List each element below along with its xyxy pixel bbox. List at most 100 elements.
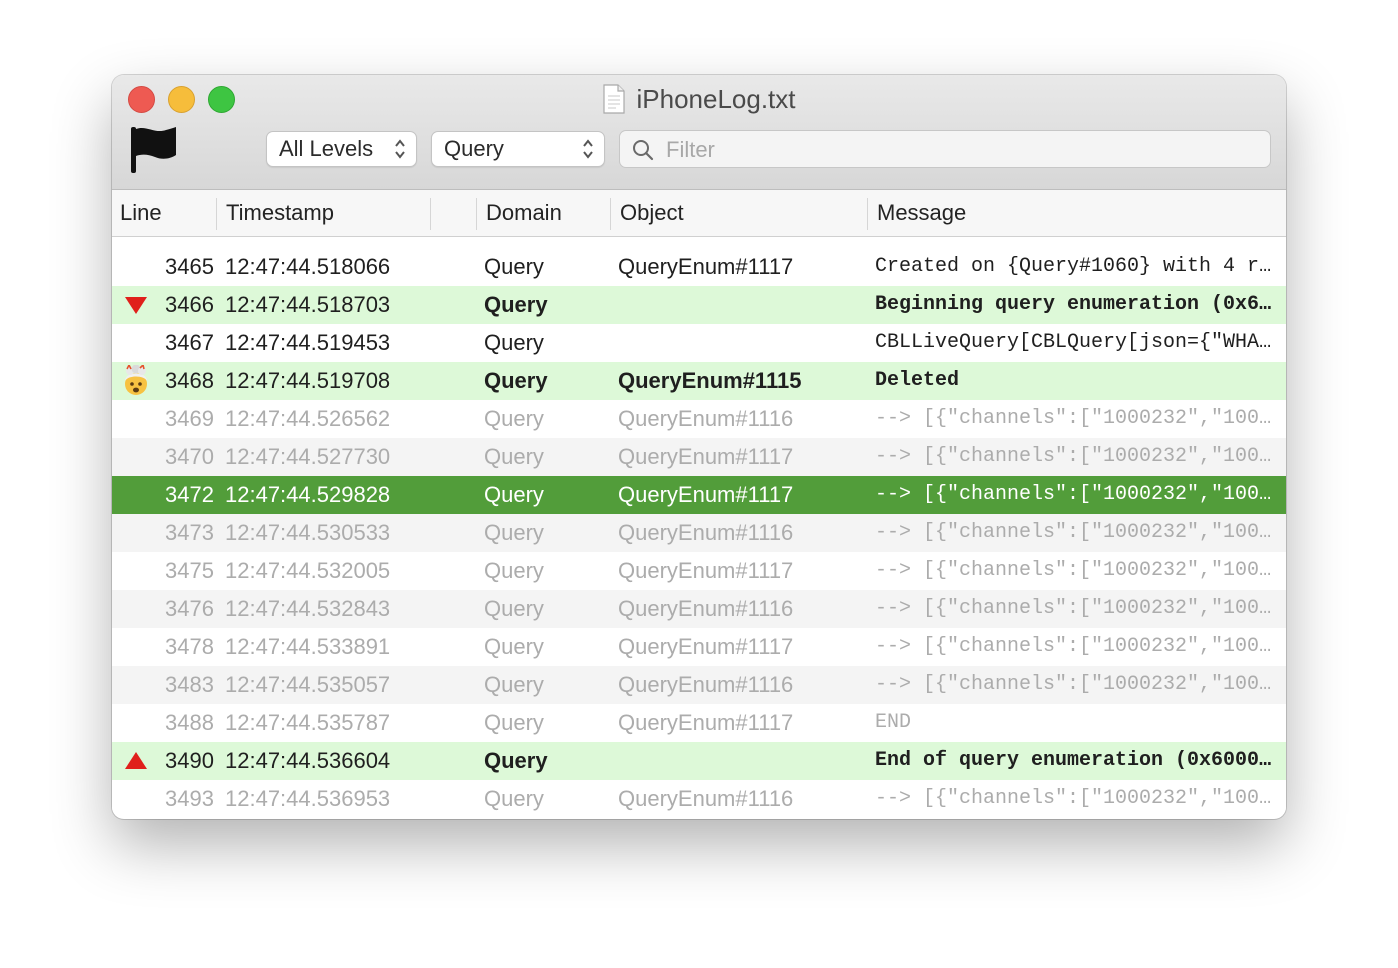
line-number-cell: 3469 bbox=[165, 406, 214, 431]
line-number-cell: 3476 bbox=[165, 596, 214, 621]
message-cell: Deleted bbox=[875, 369, 960, 392]
domain-cell: Query bbox=[484, 634, 544, 659]
domain-cell: Query bbox=[484, 444, 544, 469]
column-header-line[interactable]: Line bbox=[120, 190, 162, 236]
timestamp-cell: 12:47:44.536604 bbox=[225, 748, 391, 773]
column-divider[interactable] bbox=[867, 198, 868, 230]
column-divider[interactable] bbox=[216, 198, 217, 230]
message-cell: --> [{"channels":["1000232","1000233"]}] bbox=[875, 445, 1275, 468]
message-cell: CBLLiveQuery[CBLQuery[json={"WHAT":[["."… bbox=[875, 331, 1275, 354]
column-header-domain[interactable]: Domain bbox=[486, 190, 562, 236]
table-row[interactable]: 3466 12:47:44.518703 Query Beginning query … bbox=[112, 286, 1286, 324]
table-row[interactable]: 3473 12:47:44.530533 Query QueryEnum#1116 --… bbox=[112, 514, 1286, 552]
object-cell: QueryEnum#1117 bbox=[618, 558, 794, 583]
filter-field[interactable] bbox=[619, 130, 1271, 168]
timestamp-cell: 12:47:44.518703 bbox=[225, 292, 391, 317]
line-number-cell: 3470 bbox=[165, 444, 214, 469]
line-number-cell: 3478 bbox=[165, 634, 214, 659]
object-cell: QueryEnum#1117 bbox=[618, 482, 794, 507]
object-cell: QueryEnum#1116 bbox=[618, 520, 794, 545]
object-cell: QueryEnum#1116 bbox=[618, 672, 794, 697]
row-icon-cell bbox=[120, 286, 150, 324]
exploding-head-icon bbox=[125, 365, 147, 395]
table-row[interactable]: 3469 12:47:44.526562 Query QueryEnum#1116 --… bbox=[112, 400, 1286, 438]
table-row[interactable]: 3465 12:47:44.518066 Query QueryEnum#1117 Cr… bbox=[112, 248, 1286, 286]
timestamp-cell: 12:47:44.532005 bbox=[225, 558, 391, 583]
table-row[interactable]: 3493 12:47:44.536953 Query QueryEnum#1116 --… bbox=[112, 780, 1286, 818]
timestamp-cell: 12:47:44.519708 bbox=[225, 368, 391, 393]
table-row[interactable]: 3470 12:47:44.527730 Query QueryEnum#1117 --… bbox=[112, 438, 1286, 476]
domain-cell: Query bbox=[484, 254, 544, 279]
row-icon-cell bbox=[120, 248, 150, 286]
object-cell bbox=[618, 286, 868, 324]
column-divider[interactable] bbox=[476, 198, 477, 230]
line-number-cell: 3465 bbox=[165, 254, 214, 279]
row-icon-cell bbox=[120, 742, 150, 780]
line-number-cell: 3490 bbox=[165, 748, 214, 773]
table-row[interactable]: 3476 12:47:44.532843 Query QueryEnum#1116 --… bbox=[112, 590, 1286, 628]
message-cell: --> [{"channels":["1000232","1000233"]}] bbox=[875, 673, 1275, 696]
message-cell: --> [{"channels":["1000232","1000233"]}] bbox=[875, 407, 1275, 430]
domain-cell: Query bbox=[484, 482, 544, 507]
message-cell: --> [{"channels":["1000232","1000233"]}] bbox=[875, 597, 1275, 620]
message-cell: Beginning query enumeration (0x600012345… bbox=[875, 293, 1275, 316]
timestamp-cell: 12:47:44.535787 bbox=[225, 710, 391, 735]
object-cell: QueryEnum#1116 bbox=[618, 786, 794, 811]
table-row[interactable]: 3468 12:47:44.519708 Query QueryEnum#1115 De… bbox=[112, 362, 1286, 400]
domain-cell: Query bbox=[484, 596, 544, 621]
domain-cell: Query bbox=[484, 406, 544, 431]
object-cell: QueryEnum#1115 bbox=[618, 368, 802, 393]
message-cell: --> [{"channels":["1000232","1000233"]}] bbox=[875, 483, 1275, 506]
column-header-object[interactable]: Object bbox=[620, 190, 684, 236]
window-title: iPhoneLog.txt bbox=[636, 83, 796, 114]
object-cell: QueryEnum#1117 bbox=[618, 710, 794, 735]
timestamp-cell: 12:47:44.532843 bbox=[225, 596, 391, 621]
row-icon-cell bbox=[120, 552, 150, 590]
message-cell: --> [{"channels":["1000232","1000233"]}] bbox=[875, 787, 1275, 810]
table-row[interactable]: 3488 12:47:44.535787 Query QueryEnum#1117 EN… bbox=[112, 704, 1286, 742]
row-icon-cell bbox=[120, 324, 150, 362]
log-level-popup[interactable]: All Levels bbox=[266, 131, 417, 167]
line-number-cell: 3468 bbox=[165, 368, 214, 393]
domain-cell: Query bbox=[484, 786, 544, 811]
log-table-body[interactable]: 3465 12:47:44.518066 Query QueryEnum#1117 Cr… bbox=[112, 248, 1286, 818]
titlebar: iPhoneLog.txt All Levels Query bbox=[112, 75, 1286, 190]
line-number-cell: 3472 bbox=[165, 482, 214, 507]
domain-cell: Query bbox=[484, 520, 544, 545]
message-cell: --> [{"channels":["1000232","1000233"]}] bbox=[875, 521, 1275, 544]
column-divider[interactable] bbox=[610, 198, 611, 230]
timestamp-cell: 12:47:44.529828 bbox=[225, 482, 391, 507]
row-icon-cell bbox=[120, 666, 150, 704]
table-row[interactable]: 3483 12:47:44.535057 Query QueryEnum#1116 --… bbox=[112, 666, 1286, 704]
row-icon-cell bbox=[120, 628, 150, 666]
column-header-row: Line Timestamp Domain Object Message bbox=[112, 190, 1286, 237]
object-cell: QueryEnum#1116 bbox=[618, 406, 794, 431]
flag-icon[interactable] bbox=[128, 125, 178, 175]
line-number-cell: 3473 bbox=[165, 520, 214, 545]
table-row[interactable]: 3478 12:47:44.533891 Query QueryEnum#1117 --… bbox=[112, 628, 1286, 666]
table-row[interactable]: 3490 12:47:44.536604 Query End of query enu… bbox=[112, 742, 1286, 780]
search-icon bbox=[633, 140, 654, 161]
up-down-chevron-icon bbox=[583, 139, 593, 159]
table-row[interactable]: 3472 12:47:44.529828 Query QueryEnum#1117 --… bbox=[112, 476, 1286, 514]
table-row[interactable]: 3475 12:47:44.532005 Query QueryEnum#1117 --… bbox=[112, 552, 1286, 590]
object-cell bbox=[618, 742, 868, 780]
column-divider[interactable] bbox=[430, 198, 431, 230]
domain-cell: Query bbox=[484, 710, 544, 735]
line-number-cell: 3466 bbox=[165, 292, 214, 317]
domain-cell: Query bbox=[484, 748, 548, 773]
column-header-message[interactable]: Message bbox=[877, 190, 966, 236]
column-header-timestamp[interactable]: Timestamp bbox=[226, 190, 334, 236]
line-number-cell: 3493 bbox=[165, 786, 214, 811]
domain-cell: Query bbox=[484, 558, 544, 583]
line-number-cell: 3483 bbox=[165, 672, 214, 697]
table-row[interactable]: 3467 12:47:44.519453 Query CBLLiveQuery[CBL… bbox=[112, 324, 1286, 362]
filter-input[interactable] bbox=[664, 133, 1258, 167]
line-number-cell: 3488 bbox=[165, 710, 214, 735]
object-cell: QueryEnum#1117 bbox=[618, 444, 794, 469]
message-cell: --> [{"channels":["1000232","1000233"]}] bbox=[875, 635, 1275, 658]
domain-cell: Query bbox=[484, 330, 544, 355]
message-cell: Created on {Query#1060} with 4 rows bbox=[875, 255, 1275, 278]
domain-popup[interactable]: Query bbox=[431, 131, 605, 167]
domain-popup-label: Query bbox=[444, 136, 504, 161]
